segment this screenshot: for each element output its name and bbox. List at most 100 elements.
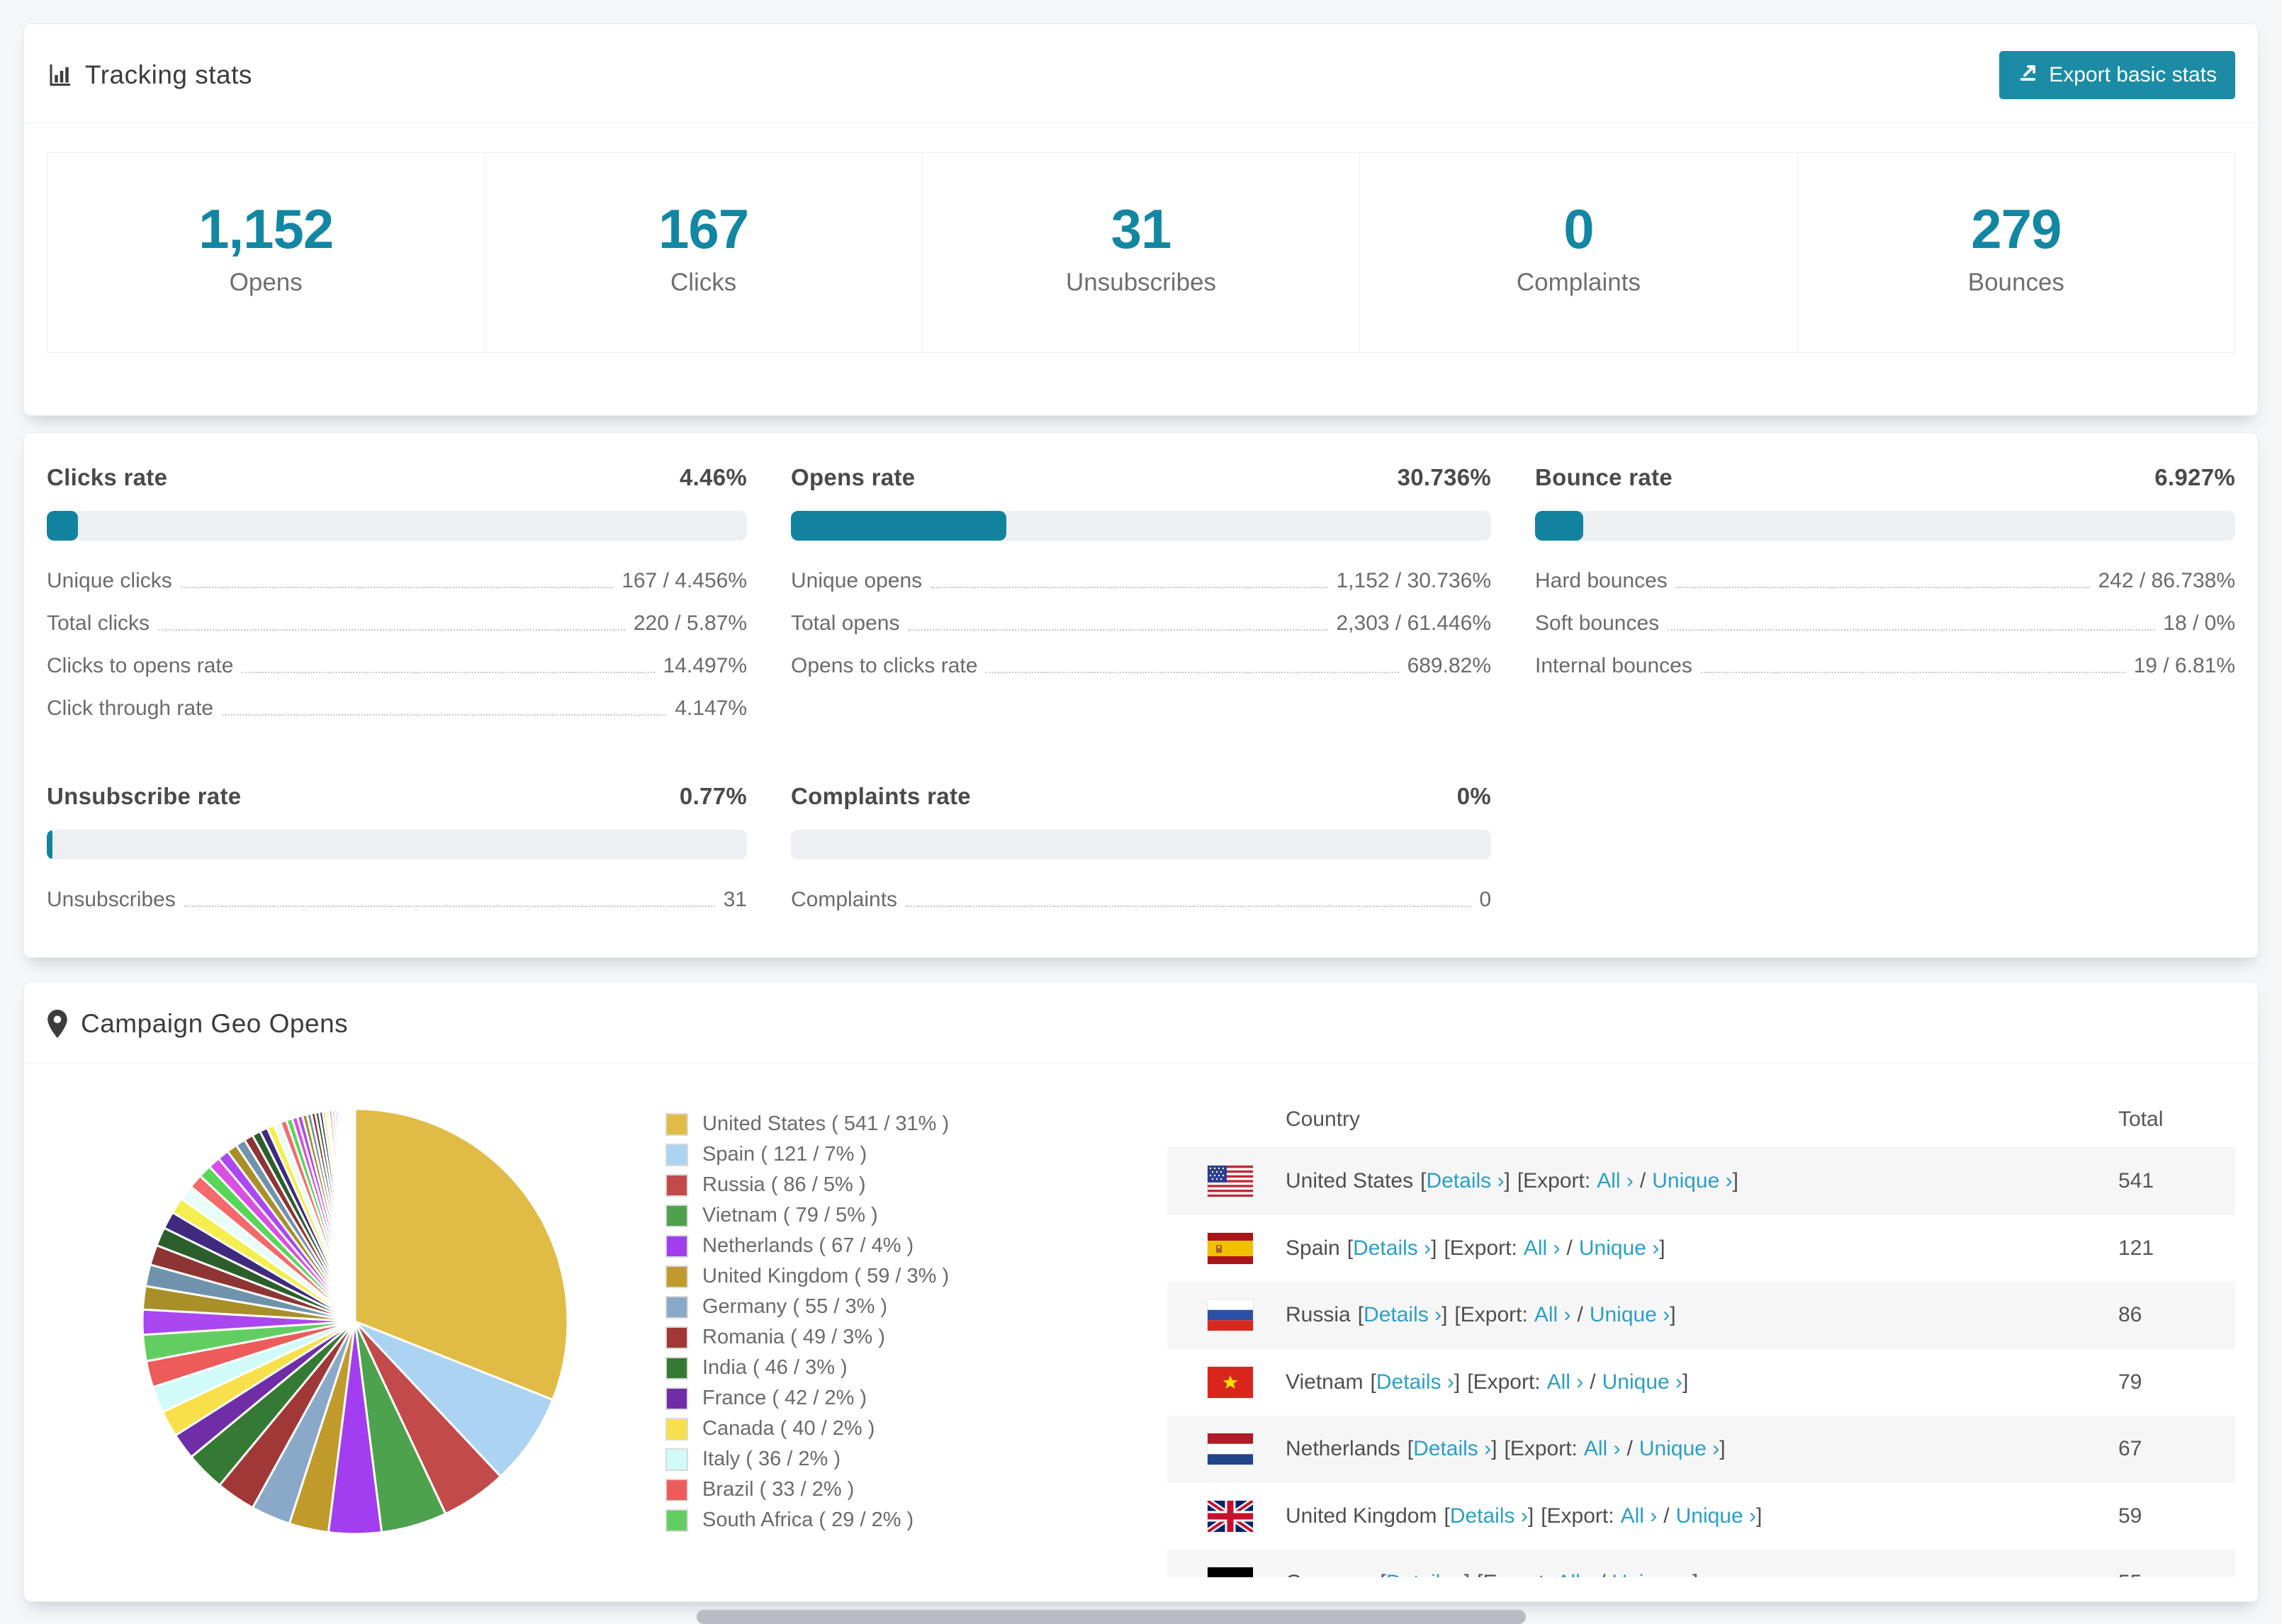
details-link[interactable]: Details › (1413, 1437, 1491, 1461)
country-name: Spain (1286, 1236, 1340, 1260)
rates-card: Clicks rate 4.46% Unique clicks 167 / 4.4… (23, 432, 2259, 958)
dotted-leader (180, 587, 614, 588)
export-unique-link[interactable]: Unique › (1652, 1169, 1732, 1192)
russia-flag-icon (1208, 1299, 1253, 1331)
country-name: Vietnam (1286, 1370, 1364, 1394)
stat-opens-label: Opens (229, 269, 303, 296)
row-label: Unsubscribes (47, 888, 176, 911)
legend-swatch (665, 1387, 688, 1410)
export-unique-link[interactable]: Unique › (1602, 1370, 1682, 1394)
export-all-link[interactable]: All › (1621, 1504, 1658, 1528)
opens-rate-title: Opens rate (791, 464, 916, 490)
legend-item-netherlands[interactable]: Netherlands ( 67 / 4% ) (665, 1231, 949, 1261)
export-all-link[interactable]: All › (1534, 1303, 1571, 1327)
export-unique-link[interactable]: Unique › (1612, 1571, 1692, 1577)
dotted-leader (931, 587, 1328, 588)
legend-swatch (665, 1326, 688, 1349)
legend-swatch (665, 1265, 688, 1288)
stat-unsubscribes: 31 Unsubscribes (923, 153, 1361, 352)
stat-complaints-value: 0 (1563, 198, 1594, 260)
export-all-link[interactable]: All › (1547, 1370, 1584, 1394)
legend-swatch (665, 1448, 688, 1471)
export-all-link[interactable]: All › (1524, 1236, 1561, 1261)
clicks-rate-value: 4.46% (679, 464, 747, 490)
legend-item-brazil[interactable]: Brazil ( 33 / 2% ) (665, 1474, 949, 1505)
legend-item-france[interactable]: France ( 42 / 2% ) (665, 1383, 949, 1414)
legend-item-romania[interactable]: Romania ( 49 / 3% ) (665, 1322, 949, 1353)
bar-chart-icon (47, 62, 72, 88)
tracking-stats-title: Tracking stats (47, 60, 252, 90)
export-basic-stats-button[interactable]: Export basic stats (1999, 51, 2235, 99)
country-total: 86 (2118, 1303, 2142, 1327)
complaints-rate-title: Complaints rate (791, 783, 971, 809)
export-unique-link[interactable]: Unique › (1579, 1236, 1659, 1260)
export-unique-link[interactable]: Unique › (1639, 1437, 1719, 1460)
row-label: Total opens (791, 611, 900, 635)
table-row-netherlands: Netherlands [Details ›] [Export: All › / Un… (1167, 1416, 2235, 1483)
pie-slice[interactable] (352, 1107, 356, 1322)
details-link[interactable]: Details › (1386, 1571, 1464, 1577)
legend-item-russia[interactable]: Russia ( 86 / 5% ) (665, 1170, 949, 1200)
table-row-spain: Spain [Details ›] [Export: All › / Unique ›… (1167, 1215, 2235, 1282)
stat-clicks-value: 167 (658, 198, 749, 260)
export-button-label: Export basic stats (2049, 63, 2217, 86)
unsubscribe-rate-title: Unsubscribe rate (47, 783, 242, 809)
legend-item-canada[interactable]: Canada ( 40 / 2% ) (665, 1414, 949, 1444)
dotted-leader (1700, 672, 2125, 673)
horizontal-scrollbar-thumb[interactable] (697, 1610, 1526, 1624)
clicks-rate-bar (47, 511, 747, 541)
dotted-leader (158, 629, 625, 631)
legend-item-vietnam[interactable]: Vietnam ( 79 / 5% ) (665, 1200, 949, 1231)
details-link[interactable]: Details › (1450, 1504, 1528, 1528)
country-name: Germany (1286, 1571, 1373, 1577)
legend-item-south-africa[interactable]: South Africa ( 29 / 2% ) (665, 1505, 949, 1535)
complaints-rate-bar (791, 830, 1491, 859)
legend-swatch (665, 1234, 688, 1258)
unsubscribe-rate-bar (47, 830, 747, 859)
details-link[interactable]: Details › (1426, 1169, 1504, 1193)
us-flag-icon (1208, 1166, 1253, 1197)
bounce-rate-bar-fill (1535, 511, 1584, 541)
row-label: Total clicks (47, 611, 150, 635)
legend-item-united-kingdom[interactable]: United Kingdom ( 59 / 3% ) (665, 1261, 949, 1292)
map-pin-icon (47, 1010, 68, 1038)
details-link[interactable]: Details › (1364, 1303, 1441, 1327)
legend-swatch (665, 1417, 688, 1440)
details-link[interactable]: Details › (1353, 1236, 1431, 1261)
dotted-leader (1668, 629, 2155, 631)
dotted-leader (242, 672, 655, 673)
export-all-link[interactable]: All › (1584, 1437, 1621, 1461)
stat-opens-value: 1,152 (198, 198, 334, 260)
uk-flag-icon (1208, 1500, 1253, 1532)
export-unique-link[interactable]: Unique › (1676, 1504, 1756, 1528)
row-label: Unique clicks (47, 569, 172, 592)
opens-rate-bar (791, 511, 1491, 541)
stat-bounces: 279 Bounces (1798, 153, 2235, 352)
row-value: 18 / 0% (2163, 611, 2235, 635)
tracking-stats-header: Tracking stats Export basic stats (24, 24, 2258, 124)
row-value: 14.497% (663, 654, 747, 677)
legend-item-united-states[interactable]: United States ( 541 / 31% ) (665, 1109, 949, 1139)
germany-flag-icon (1208, 1567, 1253, 1577)
geo-opens-pie-chart[interactable] (128, 1095, 582, 1548)
clicks-rate-block: Clicks rate 4.46% Unique clicks 167 / 4.4… (47, 464, 747, 739)
country-total: 541 (2118, 1169, 2154, 1193)
tracking-stats-card: Tracking stats Export basic stats 1,152 … (23, 23, 2259, 416)
legend-swatch (665, 1478, 688, 1501)
geo-title: Campaign Geo Opens (47, 1009, 348, 1039)
legend-item-germany[interactable]: Germany ( 55 / 3% ) (665, 1292, 949, 1322)
legend-item-india[interactable]: India ( 46 / 3% ) (665, 1353, 949, 1383)
export-all-link[interactable]: All › (1556, 1571, 1593, 1577)
legend-item-spain[interactable]: Spain ( 121 / 7% ) (665, 1139, 949, 1170)
unsubscribe-rate-bar-fill (47, 830, 52, 859)
country-total: 67 (2118, 1437, 2142, 1461)
export-all-link[interactable]: All › (1597, 1169, 1634, 1193)
geo-opens-table: Country Total United States [Details ›] … (1167, 1092, 2235, 1577)
legend-item-italy[interactable]: Italy ( 36 / 2% ) (665, 1444, 949, 1474)
stat-clicks: 167 Clicks (485, 153, 923, 352)
country-name: Netherlands (1286, 1437, 1400, 1461)
details-link[interactable]: Details › (1376, 1370, 1454, 1394)
country-column-header: Country (1286, 1107, 1361, 1131)
dotted-leader (1675, 587, 2090, 588)
export-unique-link[interactable]: Unique › (1590, 1303, 1670, 1326)
